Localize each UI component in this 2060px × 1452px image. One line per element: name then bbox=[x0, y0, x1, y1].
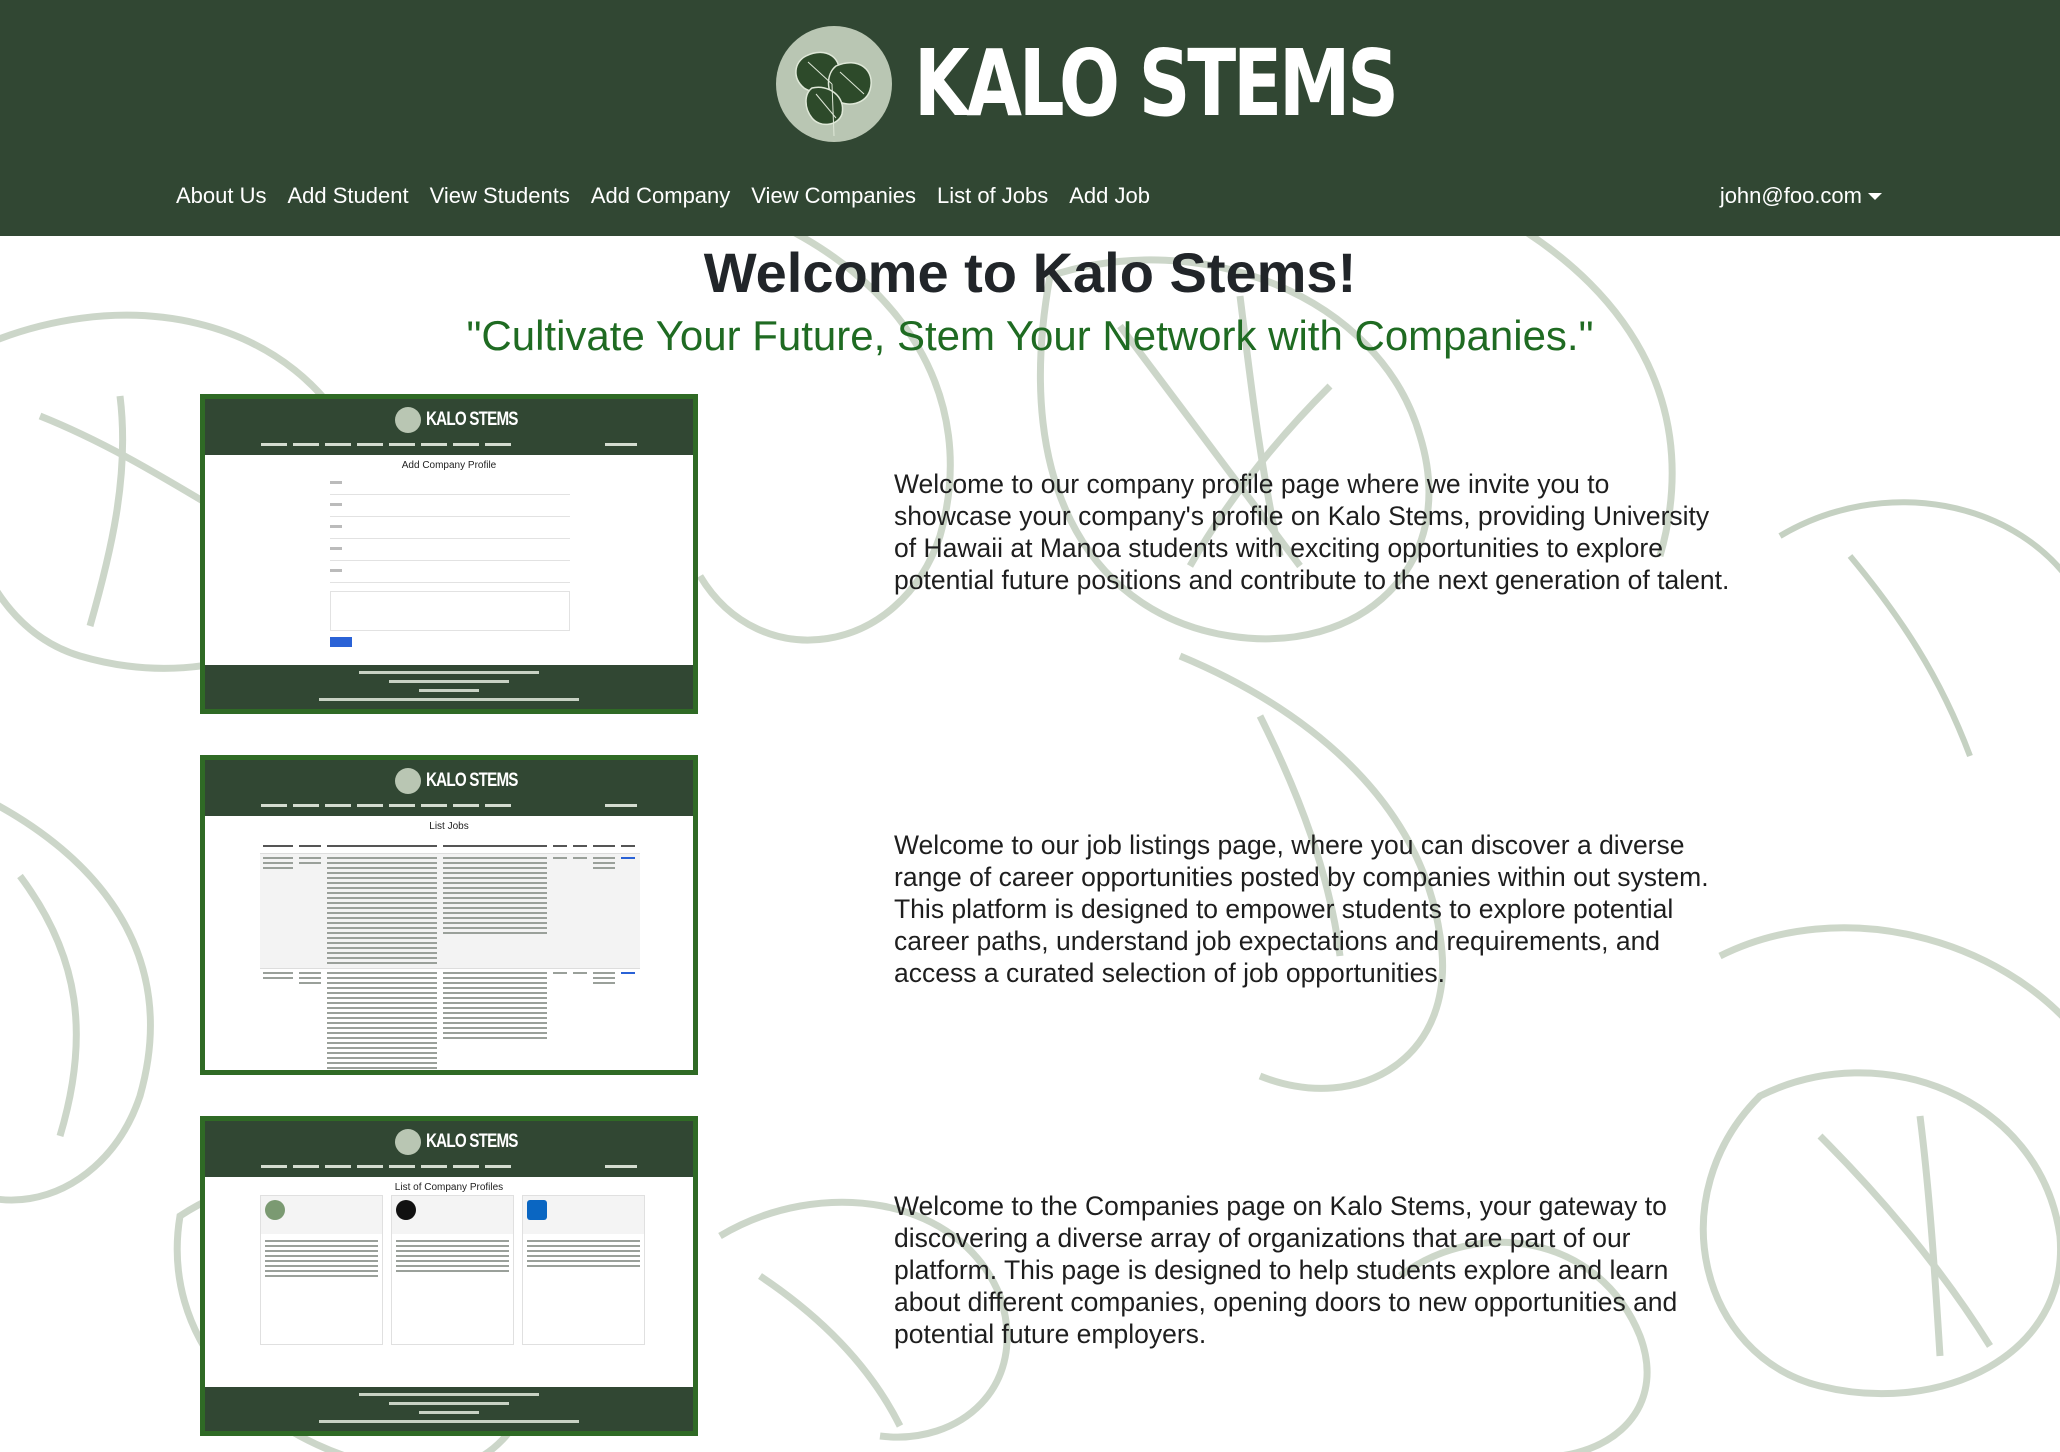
nav-add-student[interactable]: Add Student bbox=[288, 183, 409, 209]
user-email: john@foo.com bbox=[1719, 183, 1862, 208]
taro-leaf-logo-icon bbox=[776, 26, 892, 142]
add-company-screenshot: KALO STEMS Add Company Profile bbox=[200, 394, 698, 714]
top-navbar: KALO STEMS About Us Add Student View Stu… bbox=[0, 0, 2060, 236]
mini-page-title: List of Company Profiles bbox=[394, 1182, 504, 1193]
nav-list-of-jobs[interactable]: List of Jobs bbox=[937, 183, 1048, 209]
company-profiles-screenshot: KALO STEMS List of Company Profiles bbox=[200, 1116, 698, 1436]
nav-add-company[interactable]: Add Company bbox=[591, 183, 730, 209]
mini-page-title: Add Company Profile bbox=[401, 460, 497, 471]
nav-view-companies[interactable]: View Companies bbox=[751, 183, 916, 209]
brand-name: KALO STEMS bbox=[914, 30, 1399, 137]
main-nav: About Us Add Student View Students Add C… bbox=[176, 183, 1171, 209]
page-title: Welcome to Kalo Stems! bbox=[703, 241, 1357, 304]
mini-page-title: List Jobs bbox=[429, 821, 469, 832]
caret-down-icon bbox=[1868, 192, 1882, 200]
landing-content: Welcome to Kalo Stems! "Cultivate Your F… bbox=[0, 236, 2060, 1452]
feature-text-companies: Welcome to the Companies page on Kalo St… bbox=[894, 1191, 1678, 1349]
tagline: "Cultivate Your Future, Stem Your Networ… bbox=[466, 312, 1594, 359]
brand-home-link[interactable]: KALO STEMS bbox=[776, 24, 1532, 144]
nav-view-students[interactable]: View Students bbox=[430, 183, 570, 209]
user-dropdown[interactable]: john@foo.com bbox=[1720, 183, 1882, 209]
nav-about-us[interactable]: About Us bbox=[176, 183, 267, 209]
nav-add-job[interactable]: Add Job bbox=[1069, 183, 1150, 209]
feature-text-job-listings: Welcome to our job listings page, where … bbox=[894, 830, 1709, 988]
feature-text-company-profile: Welcome to our company profile page wher… bbox=[894, 469, 1730, 595]
list-jobs-screenshot: KALO STEMS List Jobs bbox=[200, 755, 698, 1075]
